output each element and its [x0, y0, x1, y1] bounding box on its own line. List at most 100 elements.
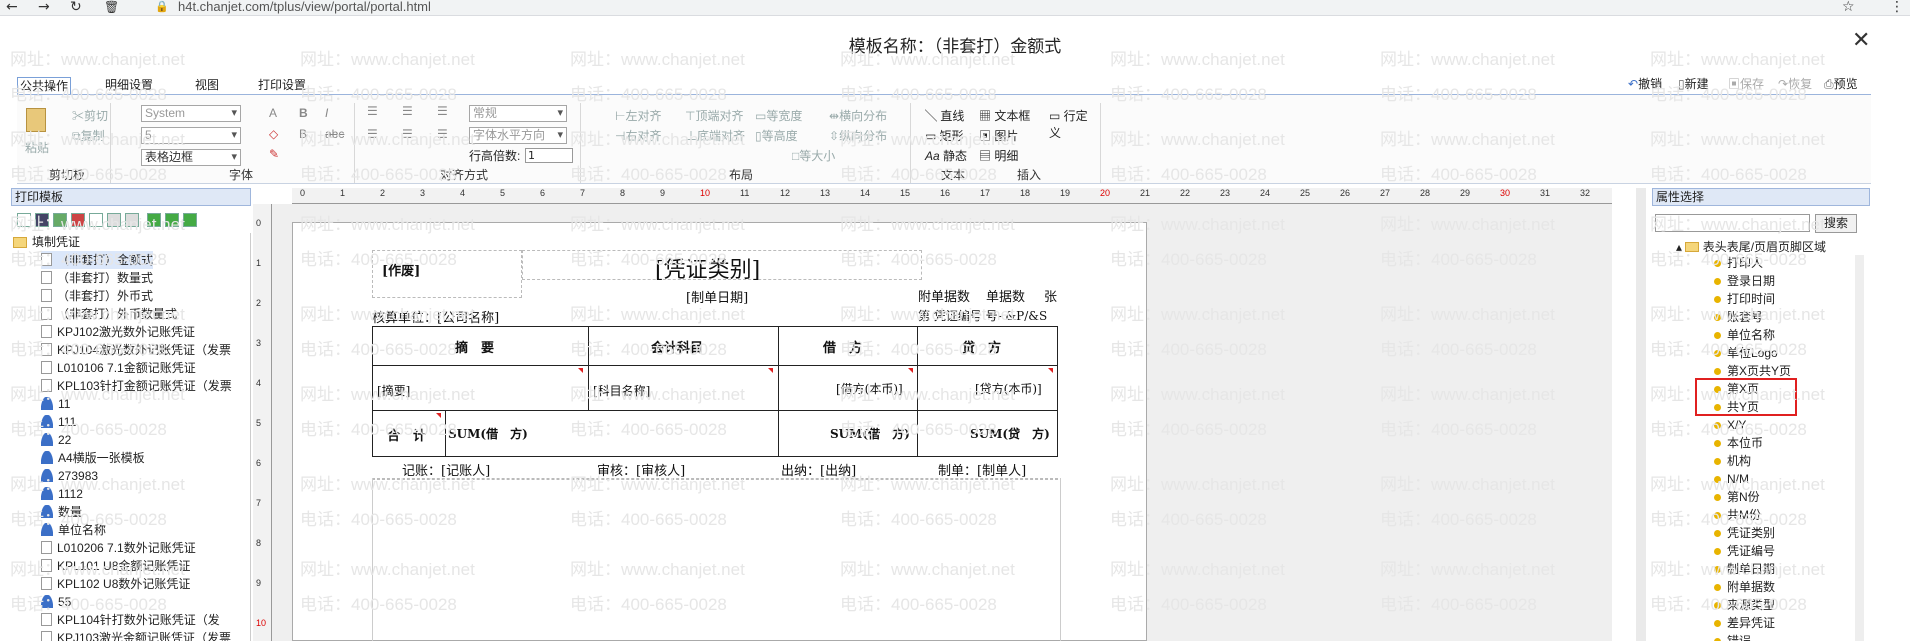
align-right-icon[interactable]: ☰ [437, 127, 448, 141]
tree-item[interactable]: 11 [41, 395, 70, 413]
add-icon[interactable] [53, 213, 67, 227]
property-item[interactable]: 本位币 [1714, 434, 1763, 452]
tree-folder[interactable]: 填制凭证 [13, 233, 80, 251]
copy-button[interactable]: ⧉复制 [72, 127, 105, 144]
property-scrollbar[interactable] [1855, 255, 1864, 641]
tab-view[interactable]: 视图 [187, 77, 227, 94]
canvas-scrollbar[interactable] [1636, 188, 1646, 641]
property-item[interactable]: 账套号 [1714, 308, 1763, 326]
property-item[interactable]: 打印时间 [1714, 290, 1775, 308]
align-top-icon[interactable]: ☰ [367, 104, 378, 118]
image-button[interactable]: ▣ 图片 [979, 127, 1018, 144]
line-button[interactable]: ╲ 直线 [925, 107, 964, 124]
back-icon[interactable]: ← [6, 0, 18, 15]
refresh-icon[interactable] [183, 213, 197, 227]
right-align-button[interactable]: ⊣右对齐 [615, 127, 661, 144]
tab-detail[interactable]: 明细设置 [99, 77, 159, 94]
normal-select[interactable]: 常规 [469, 105, 567, 122]
align-center-icon[interactable]: ☰ [402, 127, 413, 141]
property-item[interactable]: 共M份 [1714, 506, 1761, 524]
font-family-select[interactable]: System [141, 105, 241, 122]
tree-item[interactable]: 1112 [41, 485, 83, 503]
property-item[interactable]: 单位Logo [1714, 344, 1778, 362]
tree-item[interactable]: A4横版一张模板 [41, 449, 145, 467]
undo-button[interactable]: ↶撤销 [1628, 75, 1662, 92]
tree-item[interactable]: （非套打）数量式 [41, 269, 153, 287]
strike-button[interactable]: abc [325, 127, 344, 141]
new-button[interactable]: ▯新建 [1678, 75, 1709, 92]
property-item[interactable]: 制单日期 [1714, 560, 1775, 578]
font-size-select[interactable]: 5 [141, 127, 241, 144]
property-item[interactable]: 凭证类别 [1714, 524, 1775, 542]
tree-item[interactable]: 数量 [41, 503, 82, 521]
rect-button[interactable]: ▭ 矩形 [925, 127, 964, 144]
tree-item[interactable]: L010206 7.1数外记账凭证 [41, 539, 196, 557]
italic-button[interactable]: I [325, 106, 328, 120]
property-item[interactable]: 第N份 [1714, 488, 1760, 506]
horizontal-dir-select[interactable]: 字体水平方向 [469, 127, 567, 144]
export-icon[interactable] [165, 213, 179, 227]
property-item[interactable]: 单位名称 [1714, 326, 1775, 344]
v-distribute-button[interactable]: ⇳纵向分布 [829, 127, 887, 144]
save-button[interactable]: ▣保存 [1728, 75, 1764, 92]
print-page[interactable] [292, 222, 1147, 641]
reload-icon[interactable]: ↻ [70, 0, 82, 15]
tree-item[interactable]: KPL104针打数外记账凭证（发 [41, 611, 220, 629]
delete-icon[interactable] [71, 213, 85, 227]
tab-common[interactable]: 公共操作 [17, 77, 71, 94]
new-doc-icon[interactable] [17, 213, 31, 227]
tree-item[interactable]: 22 [41, 431, 71, 449]
equal-width-button[interactable]: ▭等宽度 [755, 107, 802, 124]
tree-item[interactable]: KPL103针打金额记账凭证（发票 [41, 377, 232, 395]
tree-item[interactable]: KPJ103激光金额记账凭证（发票 [41, 629, 231, 641]
property-item[interactable]: 打印人 [1714, 254, 1763, 272]
pen-icon[interactable]: ✎ [269, 147, 279, 161]
property-item[interactable]: 机构 [1714, 452, 1751, 470]
tab-print-settings[interactable]: 打印设置 [252, 77, 312, 94]
close-icon[interactable]: ✕ [1852, 28, 1870, 53]
paste-icon[interactable] [26, 108, 46, 132]
eraser-icon[interactable]: ◇ [269, 127, 278, 141]
top-align-button[interactable]: ⊤顶端对齐 [685, 107, 743, 124]
tree-item[interactable]: 55 [41, 593, 71, 611]
tree-item[interactable]: （非套打）外币数量式 [41, 305, 177, 323]
property-root[interactable]: ▴ 表头表尾/页眉页脚区域 [1676, 238, 1826, 255]
tree-item[interactable]: KPJ102激光数外记账凭证 [41, 323, 195, 341]
restore-button[interactable]: ↷恢复 [1778, 75, 1812, 92]
property-item[interactable]: 来源类型 [1714, 596, 1775, 614]
align-middle-icon[interactable]: ☰ [402, 104, 413, 118]
tree-item[interactable]: 273983 [41, 467, 98, 485]
cut-icon[interactable] [107, 213, 121, 227]
paste-label[interactable]: 粘贴 [25, 139, 49, 156]
property-item[interactable]: 登录日期 [1714, 272, 1775, 290]
preview-button[interactable]: ⎙预览 [1824, 75, 1858, 92]
cut-button[interactable]: ✂剪切 [72, 107, 108, 124]
property-item[interactable]: 错误 [1714, 632, 1751, 641]
detail-button[interactable]: ▤ 明细 [979, 147, 1018, 164]
forward-icon[interactable]: → [38, 0, 50, 15]
left-align-button[interactable]: ⊢左对齐 [615, 107, 661, 124]
bold-button[interactable]: B [299, 106, 308, 120]
tree-item[interactable]: （非套打）外币式 [41, 287, 153, 305]
property-item[interactable]: N/M [1714, 470, 1749, 488]
property-search-input[interactable] [1655, 214, 1810, 232]
equal-size-button[interactable]: □等大小 [792, 147, 835, 164]
h-distribute-button[interactable]: ⇹横向分布 [829, 107, 887, 124]
equal-height-button[interactable]: ▯等高度 [755, 127, 798, 144]
address-bar[interactable]: h4t.chanjet.com/tplus/view/portal/portal… [178, 0, 431, 15]
row-height-input[interactable]: 1 [525, 148, 573, 163]
row-def-button[interactable]: ▭ 行定义 [1049, 107, 1099, 141]
property-item[interactable]: 差异凭证 [1714, 614, 1775, 632]
align-left-icon[interactable]: ☰ [367, 127, 378, 141]
textbox-button[interactable]: ▦ 文本框 [979, 107, 1030, 124]
tree-item[interactable]: 111 [41, 413, 76, 431]
property-item[interactable]: X/Y [1714, 416, 1746, 434]
remove-icon[interactable] [125, 213, 139, 227]
bottom-align-button[interactable]: ⊥底端对齐 [685, 127, 745, 144]
font-color-icon[interactable]: A [269, 106, 277, 120]
star-icon[interactable]: ☆ [1842, 0, 1855, 15]
property-item[interactable]: 凭证编号 [1714, 542, 1775, 560]
bold-button-2[interactable]: B [299, 127, 307, 141]
tree-item[interactable]: KPL102 U8数外记账凭证 [41, 575, 190, 593]
trash-icon[interactable]: 🗑 [104, 0, 119, 15]
